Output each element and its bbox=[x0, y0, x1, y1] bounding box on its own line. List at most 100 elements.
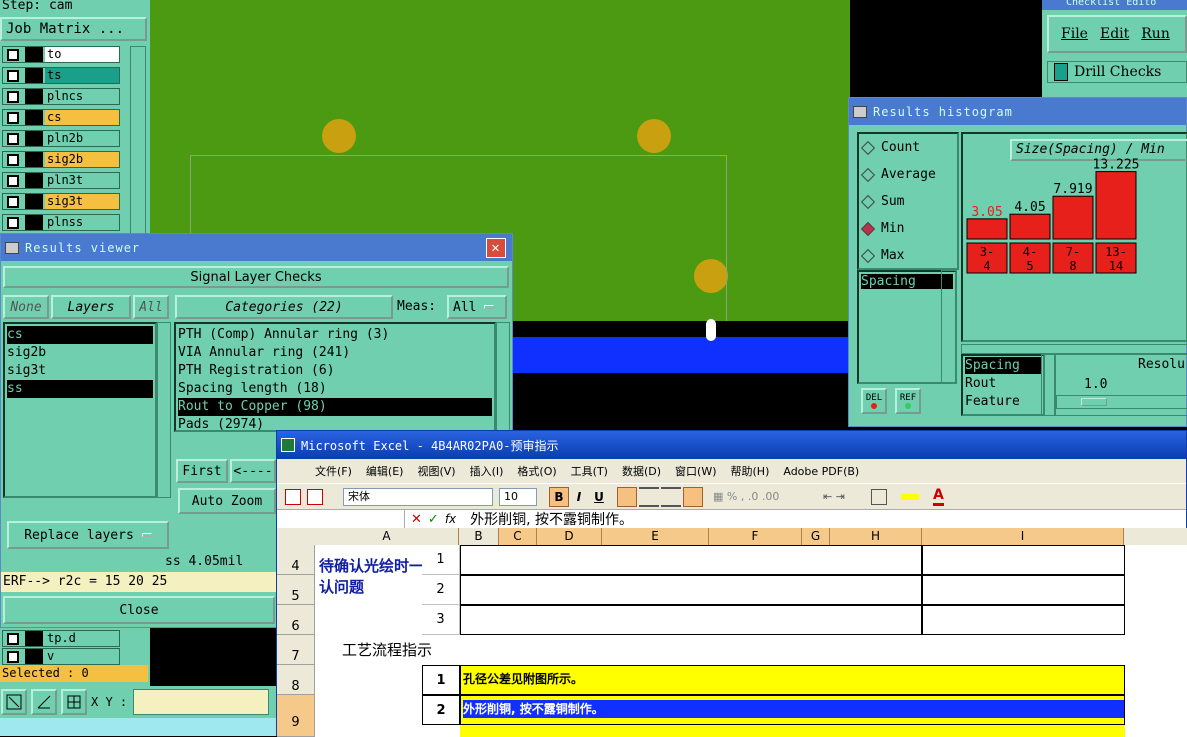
cell-index[interactable]: 1 bbox=[422, 545, 460, 575]
excel-menu-item[interactable]: 文件(F) bbox=[315, 463, 352, 479]
layer-row[interactable]: sig3t bbox=[2, 193, 120, 210]
column-header[interactable]: I bbox=[922, 528, 1124, 545]
italic-button[interactable]: I bbox=[569, 490, 589, 504]
layer-row[interactable]: pln2b bbox=[2, 130, 120, 147]
category-item[interactable]: PTH (Comp) Annular ring (3) bbox=[178, 326, 492, 344]
layer-row[interactable]: tp.d bbox=[2, 630, 120, 647]
histogram-list-scrollbar[interactable] bbox=[941, 270, 957, 384]
cell-i[interactable] bbox=[922, 545, 1125, 575]
checklist-menu-item[interactable]: Edit bbox=[1100, 26, 1129, 42]
layer-checkbox[interactable] bbox=[7, 69, 19, 82]
layer-checkbox[interactable] bbox=[7, 632, 19, 645]
checklist-menu-item[interactable]: Run bbox=[1141, 26, 1170, 42]
excel-menu-item[interactable]: 帮助(H) bbox=[731, 463, 770, 479]
chart-scrollbar[interactable] bbox=[961, 344, 1187, 354]
pdf-icon[interactable] bbox=[285, 488, 301, 505]
align-left-icon[interactable] bbox=[617, 486, 637, 507]
mode-item[interactable]: Spacing bbox=[965, 357, 1041, 374]
font-color-icon[interactable]: A bbox=[933, 487, 944, 506]
resolution-slider[interactable] bbox=[1056, 395, 1187, 409]
measure-icon[interactable] bbox=[31, 689, 57, 715]
font-select[interactable]: 宋体 bbox=[343, 487, 493, 506]
layer-checkbox[interactable] bbox=[7, 48, 19, 61]
cell-i[interactable] bbox=[922, 575, 1125, 605]
stat-option[interactable]: Max bbox=[859, 242, 957, 269]
zoom-icon[interactable] bbox=[1, 689, 27, 715]
excel-menu-item[interactable]: 编辑(E) bbox=[366, 463, 404, 479]
row-10-cell[interactable] bbox=[460, 725, 1125, 737]
layer-row[interactable]: plncs bbox=[2, 88, 120, 105]
signal-layer-checks-header[interactable]: Signal Layer Checks bbox=[3, 266, 509, 288]
step-text-cell[interactable]: 外形削铜, 按不露铜制作。 bbox=[460, 695, 1125, 725]
slider-thumb[interactable] bbox=[1081, 398, 1107, 406]
cancel-icon[interactable]: ✕ bbox=[411, 512, 422, 527]
row-header[interactable]: 5 bbox=[277, 575, 315, 605]
category-item[interactable]: Spacing length (18) bbox=[178, 380, 492, 398]
stat-option[interactable]: Average bbox=[859, 161, 957, 188]
layer-checkbox[interactable] bbox=[7, 132, 19, 145]
row-header[interactable]: 7 bbox=[277, 635, 315, 665]
category-item[interactable]: PTH Registration (6) bbox=[178, 362, 492, 380]
excel-menu-item[interactable]: 数据(D) bbox=[622, 463, 661, 479]
stat-option[interactable]: Sum bbox=[859, 188, 957, 215]
pdf-mail-icon[interactable] bbox=[307, 488, 323, 505]
align-right-icon[interactable] bbox=[661, 486, 681, 507]
categories-button[interactable]: Categories (22) bbox=[175, 295, 393, 319]
histogram-bar[interactable] bbox=[966, 218, 1008, 240]
mode-item[interactable]: Feature bbox=[965, 393, 1041, 410]
category-item[interactable]: Rout to Copper (98) bbox=[178, 398, 492, 416]
layer-checkbox[interactable] bbox=[7, 90, 19, 103]
histogram-bar[interactable] bbox=[1095, 171, 1137, 240]
category-item[interactable]: VIA Annular ring (241) bbox=[178, 344, 492, 362]
histogram-list-item[interactable]: Spacing bbox=[861, 274, 953, 289]
del-button[interactable]: DEL bbox=[861, 388, 887, 414]
cell-i[interactable] bbox=[922, 605, 1125, 635]
meas-dropdown[interactable]: All bbox=[447, 295, 507, 319]
column-header[interactable]: F bbox=[709, 528, 802, 545]
row-header[interactable]: 9 bbox=[277, 695, 315, 737]
layer-checkbox[interactable] bbox=[7, 216, 19, 229]
layer-row[interactable]: ts bbox=[2, 67, 120, 84]
merge-icon[interactable] bbox=[683, 486, 703, 507]
result-layer-item[interactable]: cs bbox=[7, 326, 153, 344]
mode-scrollbar[interactable] bbox=[1041, 354, 1055, 416]
cell-index[interactable]: 3 bbox=[422, 605, 460, 635]
close-icon[interactable]: ✕ bbox=[486, 237, 506, 258]
histogram-bar[interactable] bbox=[1052, 195, 1094, 240]
none-button[interactable]: None bbox=[3, 295, 49, 319]
job-matrix-button[interactable]: Job Matrix ... bbox=[0, 17, 147, 41]
layer-row[interactable]: pln3t bbox=[2, 172, 120, 189]
column-header[interactable]: D bbox=[537, 528, 602, 545]
checklist-item[interactable]: Drill Checks bbox=[1047, 61, 1187, 83]
step-number[interactable]: 1 bbox=[422, 665, 460, 695]
layer-row[interactable]: cs bbox=[2, 109, 120, 126]
step-number[interactable]: 2 bbox=[422, 695, 460, 725]
layer-results-scrollbar[interactable] bbox=[157, 322, 171, 498]
row-header[interactable]: 8 bbox=[277, 665, 315, 695]
row-header[interactable]: 4 bbox=[277, 545, 315, 575]
replace-layers-button[interactable]: Replace layers bbox=[7, 521, 169, 549]
first-button[interactable]: First bbox=[176, 459, 228, 483]
spreadsheet-grid[interactable]: A B C D E F G H I 4 5 6 7 8 9 待确认光绘时一起确认问题 1 2 3 工艺流程指示 1 孔径公… bbox=[277, 528, 1187, 737]
excel-menu-item[interactable]: 窗口(W) bbox=[675, 463, 716, 479]
align-center-icon[interactable] bbox=[639, 486, 659, 507]
number-format-icons[interactable]: ▦ % , .0 .00 bbox=[713, 487, 813, 507]
column-header[interactable]: C bbox=[499, 528, 537, 545]
auto-zoom-button[interactable]: Auto Zoom bbox=[178, 488, 276, 514]
column-header[interactable]: H bbox=[830, 528, 922, 545]
bold-button[interactable]: B bbox=[549, 486, 569, 507]
histogram-bar[interactable] bbox=[1009, 213, 1051, 240]
grid-icon[interactable] bbox=[61, 689, 87, 715]
column-header[interactable]: E bbox=[602, 528, 709, 545]
underline-button[interactable]: U bbox=[589, 490, 609, 504]
cell-merged[interactable] bbox=[460, 575, 922, 605]
mode-item[interactable]: Rout bbox=[965, 375, 1041, 392]
formula-text[interactable]: 外形削铜, 按不露铜制作。 bbox=[470, 509, 633, 529]
layer-row[interactable]: plnss bbox=[2, 214, 120, 231]
stat-option[interactable]: Count bbox=[859, 134, 957, 161]
layer-checkbox[interactable] bbox=[7, 195, 19, 208]
category-scrollbar[interactable] bbox=[496, 322, 510, 432]
excel-menu-item[interactable]: 视图(V) bbox=[417, 463, 455, 479]
layer-checkbox[interactable] bbox=[7, 153, 19, 166]
close-button[interactable]: Close bbox=[3, 596, 275, 624]
